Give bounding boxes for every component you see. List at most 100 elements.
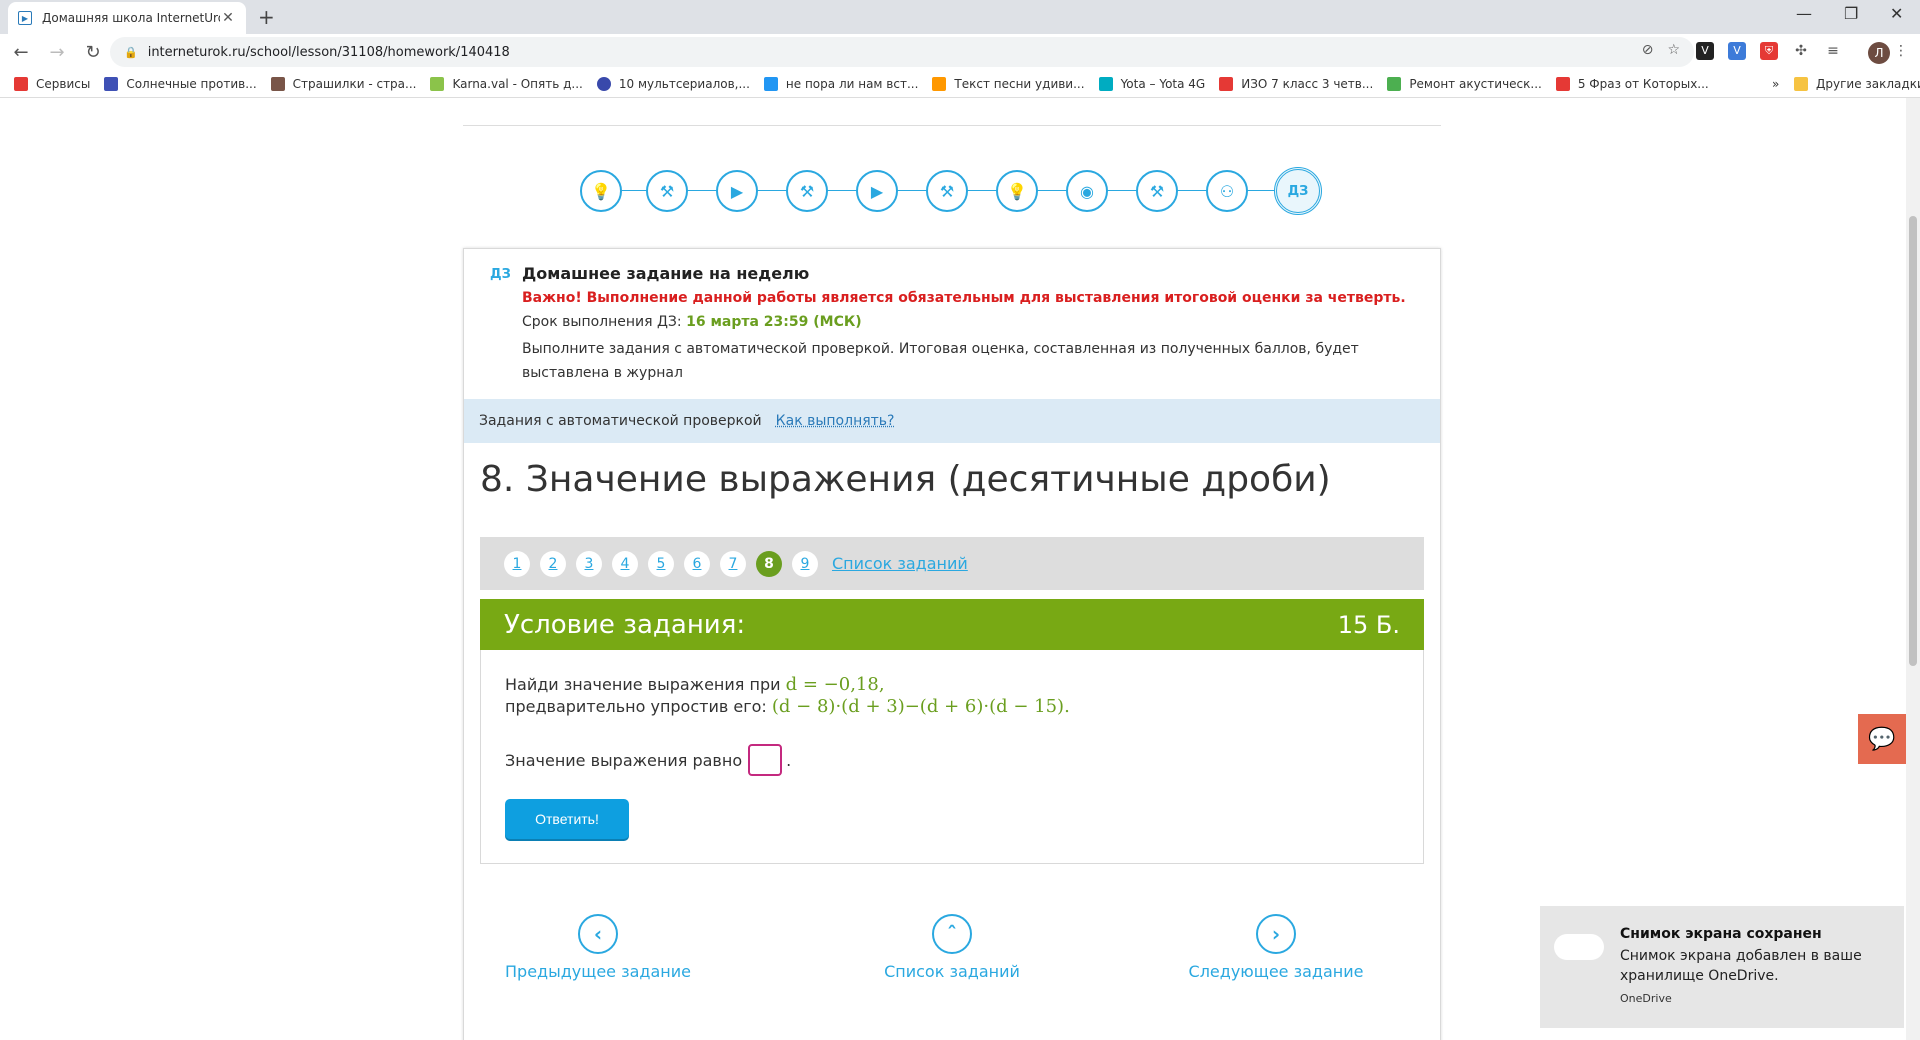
lock-icon[interactable]: 🔒 [124,46,138,59]
toast-title: Снимок экрана сохранен [1620,926,1822,942]
prev-task-label[interactable]: Предыдущее задание [488,962,708,981]
extension-shield-icon[interactable]: ⛨ [1760,42,1778,60]
chevron-right-icon[interactable]: › [1256,914,1296,954]
browser-tab[interactable]: ▶ Домашняя школа InternetUrok.r ✕ [8,2,246,34]
step-bike-icon[interactable]: ⚇ [1206,170,1248,212]
answer-input[interactable] [748,744,783,776]
page-link[interactable]: 3 [576,550,602,577]
step-lightbulb-icon[interactable]: 💡 [580,170,622,212]
info-bar-label: Задания с автоматической проверкой [479,413,762,429]
page-link[interactable]: 6 [684,550,710,577]
step-play-icon[interactable]: ▶ [856,170,898,212]
bookmark-item[interactable]: ИЗО 7 класс 3 четв... [1219,76,1374,91]
page-link[interactable]: 1 [504,550,530,577]
address-bar[interactable]: 🔒 interneturok.ru/school/lesson/31108/ho… [110,37,1694,67]
bookmark-item[interactable]: Текст песни удиви... [932,76,1085,91]
bookmark-label: 5 Фраз от Которых... [1577,76,1709,91]
bookmark-label: Сервисы [36,76,91,91]
close-tab-icon[interactable]: ✕ [220,10,236,26]
reload-icon[interactable]: ↻ [78,42,108,63]
bookmark-star-icon[interactable]: ☆ [1667,42,1680,58]
forward-icon[interactable]: → [42,42,72,63]
bookmark-item[interactable]: Солнечные против... [104,76,257,91]
bookmark-label: ИЗО 7 класс 3 четв... [1241,76,1374,91]
new-tab-icon[interactable]: + [258,5,275,29]
cloud-icon [1554,934,1604,960]
task-list-link[interactable]: Список заданий [832,554,968,573]
page-content: 💡 ⚒ ▶ ⚒ ▶ ⚒ 💡 ◉ ⚒ ⚇ ДЗ ДЗ Домашнее задан… [0,98,1906,1040]
step-play-icon[interactable]: ▶ [716,170,758,212]
bookmark-label: Yota – Yota 4G [1120,76,1206,91]
translate-icon[interactable]: ⊘ [1642,42,1654,58]
submit-button[interactable]: Ответить! [505,799,629,839]
question-math-2: (d − 8)·(d + 3)−(d + 6)·(d − 15). [771,696,1070,717]
bookmark-item[interactable]: 5 Фраз от Которых... [1555,76,1709,91]
page-scrollbar[interactable] [1906,98,1920,1040]
bookmark-item[interactable]: Yota – Yota 4G [1098,76,1206,91]
chevron-up-icon[interactable]: ˆ [932,914,972,954]
bookmark-item[interactable]: Страшилки - стра... [270,76,416,91]
homework-warning: Важно! Выполнение данной работы является… [522,290,1406,306]
homework-card: ДЗ Домашнее задание на неделю Важно! Вып… [463,248,1441,1040]
profile-avatar[interactable]: Л [1868,42,1890,64]
site-favicon-icon: ▶ [18,11,32,25]
extension-v2-icon[interactable]: V [1728,42,1746,60]
music-note-icon [932,76,947,91]
step-homework[interactable]: ДЗ [1274,167,1322,215]
bookmark-item[interactable]: Karna.val - Опять д... [430,76,583,91]
onedrive-toast[interactable]: Снимок экрана сохранен Снимок экрана доб… [1540,906,1904,1028]
condition-body: Найди значение выражения при d = −0,18, … [480,650,1424,864]
other-bookmarks[interactable]: Другие закладки [1794,76,1920,91]
tab-title: Домашняя школа InternetUrok.r [42,11,220,25]
step-dumbbell-icon[interactable]: ⚒ [646,170,688,212]
question-line-2: предварительно упростив его: (d − 8)·(d … [505,696,1070,717]
bookmark-item[interactable]: Сервисы [14,76,91,91]
page-link[interactable]: 7 [720,550,746,577]
page-link[interactable]: 5 [648,550,674,577]
restore-icon[interactable]: ❐ [1844,4,1858,23]
next-task-nav[interactable]: › Следующее задание [1166,914,1386,981]
page-link[interactable]: 4 [612,550,638,577]
scroll-thumb[interactable] [1909,216,1917,666]
question-line-1: Найди значение выражения при d = −0,18, [505,674,885,695]
bookmark-item[interactable]: 10 мультсериалов,... [596,76,750,91]
condition-title: Условие задания: [504,609,746,640]
task-title: 8. Значение выражения (десятичные дроби) [480,459,1331,500]
bookmarks-bar: Сервисы Солнечные против... Страшилки - … [0,70,1920,98]
back-icon[interactable]: ← [6,42,36,63]
task-list-nav[interactable]: ˆ Список заданий [842,914,1062,981]
bookmark-favicon-icon [430,76,445,91]
close-window-icon[interactable]: ✕ [1890,4,1903,23]
bookmarks-overflow-icon[interactable]: » [1772,77,1779,91]
task-list-label[interactable]: Список заданий [842,962,1062,981]
step-dumbbell-icon[interactable]: ⚒ [1136,170,1178,212]
bookmark-label: Karna.val - Опять д... [452,76,583,91]
info-bar: Задания с автоматической проверкой Как в… [464,399,1440,443]
extension-v-icon[interactable]: V [1696,42,1714,60]
bookmark-label: 10 мультсериалов,... [618,76,750,91]
chat-icon[interactable]: 💬 [1858,714,1906,764]
apps-grid-icon [14,76,28,91]
condition-header: Условие задания: 15 Б. [480,599,1424,650]
bookmark-favicon-icon [1387,76,1402,91]
reading-list-icon[interactable]: ≡ [1824,42,1842,60]
page-link[interactable]: 9 [792,550,818,577]
folder-icon [1794,76,1808,91]
extensions-puzzle-icon[interactable]: ✣ [1792,42,1810,60]
how-to-link[interactable]: Как выполнять? [776,413,895,429]
step-lightbulb-icon[interactable]: 💡 [996,170,1038,212]
menu-icon[interactable]: ⋮ [1892,42,1910,60]
step-dumbbell-icon[interactable]: ⚒ [926,170,968,212]
step-webcam-icon[interactable]: ◉ [1066,170,1108,212]
bookmark-item[interactable]: Ремонт акустическ... [1387,76,1542,91]
prev-task-nav[interactable]: ‹ Предыдущее задание [488,914,708,981]
minimize-icon[interactable]: — [1796,4,1812,23]
page-link-active[interactable]: 8 [756,550,782,577]
next-task-label[interactable]: Следующее задание [1166,962,1386,981]
bookmark-label: Ремонт акустическ... [1409,76,1542,91]
page-link[interactable]: 2 [540,550,566,577]
homework-title: Домашнее задание на неделю [522,264,810,283]
chevron-left-icon[interactable]: ‹ [578,914,618,954]
step-dumbbell-icon[interactable]: ⚒ [786,170,828,212]
bookmark-item[interactable]: не пора ли нам вст... [763,76,918,91]
